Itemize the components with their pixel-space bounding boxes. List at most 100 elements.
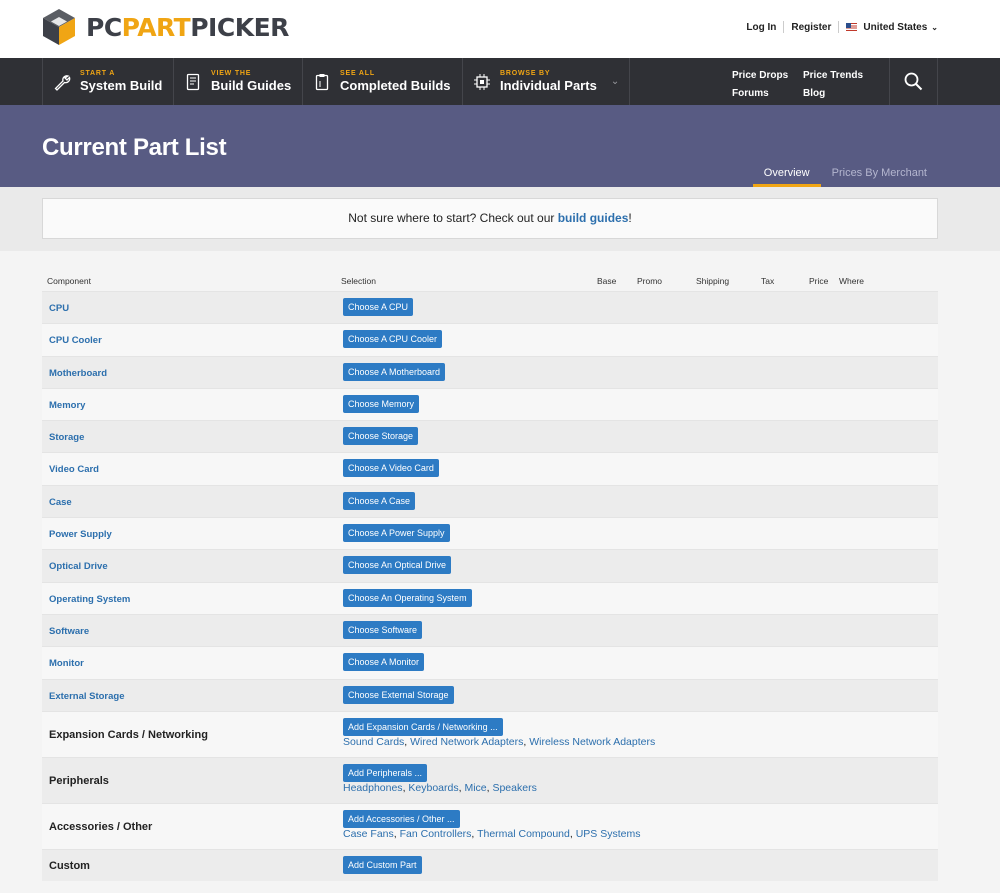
component-link[interactable]: Case <box>49 497 72 508</box>
table-row: Operating System Choose An Operating Syst… <box>42 581 938 614</box>
col-base: Base <box>597 276 617 286</box>
choose-part-button[interactable]: Choose A Power Supply <box>343 524 450 543</box>
nav-individual-parts[interactable]: BROWSE BY Individual Parts ⌄ <box>462 58 630 105</box>
component-label: Accessories / Other <box>49 820 153 833</box>
page-title: Current Part List <box>42 134 227 161</box>
choose-part-button[interactable]: Choose A CPU Cooler <box>343 330 443 349</box>
forums-link[interactable]: Forums <box>732 85 803 103</box>
table-row: Video Card Choose A Video Card <box>42 452 938 485</box>
component-link[interactable]: CPU <box>49 303 69 314</box>
account-links: Log In Register United States ⌄ <box>746 21 938 33</box>
choose-part-button[interactable]: Choose A Monitor <box>343 653 425 672</box>
nav-completed-builds[interactable]: SEE ALL Completed Builds <box>302 58 462 105</box>
choose-part-button[interactable]: Choose A Case <box>343 491 416 510</box>
table-header: Component Selection Base Promo Shipping … <box>42 270 938 291</box>
col-shipping: Shipping <box>696 276 730 286</box>
choose-part-button[interactable]: Choose A Video Card <box>343 459 439 478</box>
tab-prices-by-merchant[interactable]: Prices By Merchant <box>821 167 938 187</box>
component-link[interactable]: Operating System <box>49 594 130 605</box>
table-row: Optical Drive Choose An Optical Drive <box>42 549 938 582</box>
component-link[interactable]: Power Supply <box>49 529 112 540</box>
category-link[interactable]: UPS Systems <box>576 828 641 840</box>
category-link[interactable]: Fan Controllers <box>400 828 472 840</box>
blog-link[interactable]: Blog <box>803 85 873 103</box>
component-link[interactable]: Video Card <box>49 464 99 475</box>
country-selector[interactable]: United States <box>863 22 927 33</box>
col-component: Component <box>47 276 91 286</box>
choose-part-button[interactable]: Choose Storage <box>343 427 419 446</box>
chevron-down-icon: ⌄ <box>931 22 938 32</box>
nav-secondary-links: Price Drops Price Trends Forums Blog <box>732 67 873 103</box>
choose-part-button[interactable]: Choose An Optical Drive <box>343 556 452 575</box>
choose-part-button[interactable]: Choose Memory <box>343 394 420 413</box>
table-row: Custom Add Custom Part <box>42 848 938 881</box>
col-selection: Selection <box>341 276 376 286</box>
tab-overview[interactable]: Overview <box>752 167 821 187</box>
category-link[interactable]: Wired Network Adapters <box>410 736 523 748</box>
component-link[interactable]: Optical Drive <box>49 561 108 572</box>
table-row: CPU Choose A CPU <box>42 291 938 324</box>
component-link[interactable]: Software <box>49 626 89 637</box>
add-part-button[interactable]: Add Peripherals ... <box>343 763 428 782</box>
category-link[interactable]: Sound Cards <box>343 736 404 748</box>
add-part-button[interactable]: Add Expansion Cards / Networking ... <box>343 717 503 736</box>
choose-part-button[interactable]: Choose An Operating System <box>343 588 472 607</box>
nav-big-label: Individual Parts <box>500 78 597 93</box>
choose-part-button[interactable]: Choose A Motherboard <box>343 362 446 381</box>
category-link[interactable]: Mice <box>464 782 486 794</box>
notice-section: Not sure where to start? Check out our b… <box>0 187 1000 251</box>
category-link[interactable]: Keyboards <box>408 782 458 794</box>
category-link[interactable]: Thermal Compound <box>477 828 570 840</box>
search-icon <box>904 72 923 91</box>
table-row: Peripherals Add Peripherals ... Headphones… <box>42 756 938 803</box>
component-link[interactable]: Storage <box>49 432 84 443</box>
price-drops-link[interactable]: Price Drops <box>732 67 803 85</box>
add-custom-part-button[interactable]: Add Custom Part <box>343 855 422 874</box>
component-link[interactable]: Motherboard <box>49 368 107 379</box>
chip-icon <box>473 73 491 91</box>
col-promo: Promo <box>637 276 663 286</box>
nav-system-build[interactable]: START A System Build <box>42 58 173 105</box>
choose-part-button[interactable]: Choose Software <box>343 620 423 639</box>
notice-text: Not sure where to start? Check out our <box>348 211 558 225</box>
category-link[interactable]: Headphones <box>343 782 403 794</box>
logo-text: PCPARTPICKER <box>86 12 289 42</box>
table-row: CPU Cooler Choose A CPU Cooler <box>42 323 938 356</box>
main-nav: START A System Build VIEW THE Build Guides… <box>0 58 1000 105</box>
login-link[interactable]: Log In <box>746 22 776 33</box>
component-label: Peripherals <box>49 774 109 787</box>
nav-big-label: Build Guides <box>211 78 292 93</box>
category-link[interactable]: Case Fans <box>343 828 394 840</box>
nav-big-label: System Build <box>80 78 163 93</box>
logo[interactable]: PCPARTPICKER <box>42 8 289 46</box>
nav-small-label: VIEW THE <box>211 70 252 77</box>
price-trends-link[interactable]: Price Trends <box>803 67 873 85</box>
chevron-down-icon: ⌄ <box>610 76 620 87</box>
nav-build-guides[interactable]: VIEW THE Build Guides <box>173 58 302 105</box>
table-row: Expansion Cards / Networking Add Expansio… <box>42 710 938 757</box>
component-label: Expansion Cards / Networking <box>49 728 208 741</box>
col-tax: Tax <box>761 276 775 286</box>
notice-box: Not sure where to start? Check out our b… <box>42 198 938 239</box>
divider <box>783 21 785 33</box>
component-link[interactable]: Monitor <box>49 658 84 669</box>
part-list-table: Component Selection Base Promo Shipping … <box>42 251 938 881</box>
wrench-icon <box>53 73 71 91</box>
nav-small-label: START A <box>80 70 116 77</box>
component-link[interactable]: Memory <box>49 400 85 411</box>
choose-part-button[interactable]: Choose A CPU <box>343 298 414 316</box>
component-link[interactable]: External Storage <box>49 691 125 702</box>
category-links: Case Fans, Fan Controllers, Thermal Comp… <box>343 828 640 840</box>
register-link[interactable]: Register <box>791 22 831 33</box>
choose-part-button[interactable]: Choose External Storage <box>343 685 454 704</box>
col-where: Where <box>839 276 865 286</box>
category-link[interactable]: Wireless Network Adapters <box>529 736 655 748</box>
notice-end: ! <box>628 211 632 225</box>
add-part-button[interactable]: Add Accessories / Other ... <box>343 809 460 828</box>
component-link[interactable]: CPU Cooler <box>49 335 102 346</box>
search-button[interactable] <box>889 58 938 105</box>
build-guides-link[interactable]: build guides <box>558 211 629 225</box>
table-row: Motherboard Choose A Motherboard <box>42 355 938 388</box>
nav-small-label: BROWSE BY <box>500 70 551 77</box>
category-link[interactable]: Speakers <box>492 782 536 794</box>
